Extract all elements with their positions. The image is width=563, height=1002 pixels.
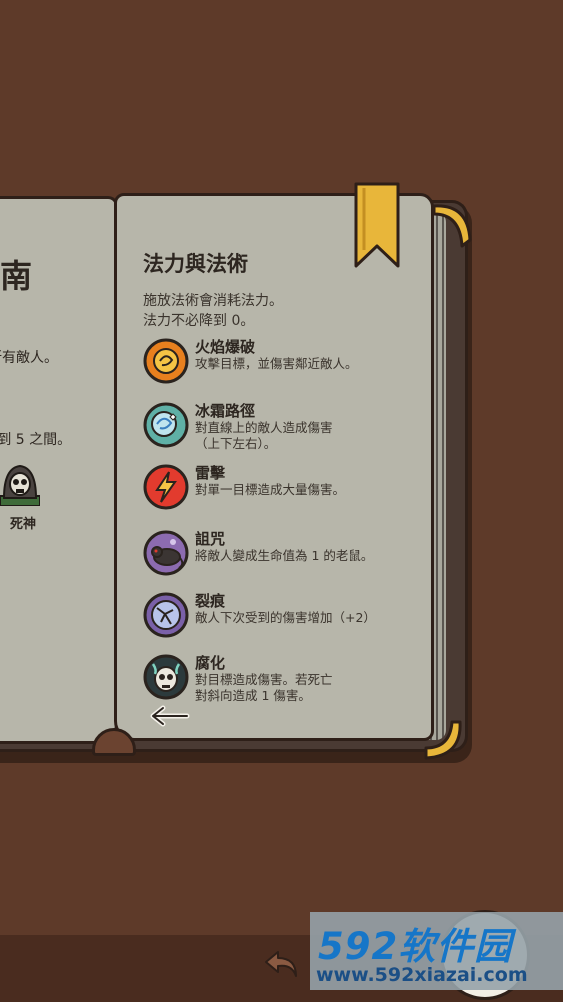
book-corner-bottom-icon xyxy=(420,718,470,762)
frost-path-icon xyxy=(143,402,189,448)
right-page: 法力與法術 施放法術會消耗法力。 法力不必降到 0。 火焰爆破 攻擊目標，並傷害… xyxy=(114,193,434,741)
watermark-brand: 592软件园 xyxy=(318,925,513,968)
spell-desc: 對直線上的敵人造成傷害 （上下左右）。 xyxy=(195,420,333,452)
watermark-url: www.592xiazai.com xyxy=(316,964,528,986)
left-page: 南 所有敵人。 1 到 5 之間。 死神 xyxy=(0,196,118,744)
left-page-text-2: 1 到 5 之間。 xyxy=(0,432,72,448)
fire-blast-icon xyxy=(143,338,189,384)
spell-name: 冰霜路徑 xyxy=(195,402,256,420)
left-page-text-1: 所有敵人。 xyxy=(0,350,58,366)
spell-desc-line-2: （上下左右）。 xyxy=(195,436,277,451)
page-desc-line-1: 施放法術會消耗法力。 xyxy=(143,293,283,309)
previous-page-arrow-icon[interactable] xyxy=(149,704,191,728)
spell-curse[interactable]: 詛咒 將敵人變成生命值為 1 的老鼠。 xyxy=(143,530,423,580)
spell-name: 火焰爆破 xyxy=(195,338,256,356)
spell-desc-line-1: 對直線上的敵人造成傷害 xyxy=(195,420,333,435)
page-desc-line-2: 法力不必降到 0。 xyxy=(143,313,255,329)
watermark-banner: 592软件园 www.592xiazai.com xyxy=(310,912,563,990)
bookmark-ribbon-icon xyxy=(352,180,402,270)
reaper-label: 死神 xyxy=(10,517,37,532)
lightning-icon xyxy=(143,464,189,510)
spell-name: 腐化 xyxy=(195,654,226,672)
book-corner-top-icon xyxy=(430,200,474,250)
spell-desc-line-2: 對斜向造成 1 傷害。 xyxy=(195,688,311,703)
spell-desc: 攻擊目標，並傷害鄰近敵人。 xyxy=(195,356,358,371)
spell-name: 裂痕 xyxy=(195,592,226,610)
corruption-skull-icon xyxy=(143,654,189,700)
back-undo-icon[interactable] xyxy=(262,948,302,980)
spell-corruption[interactable]: 腐化 對目標造成傷害。若死亡 對斜向造成 1 傷害。 xyxy=(143,654,423,704)
spell-frost-path[interactable]: 冰霜路徑 對直線上的敵人造成傷害 （上下左右）。 xyxy=(143,402,423,452)
left-page-title: 南 xyxy=(0,257,33,295)
reaper-icon[interactable] xyxy=(0,462,41,507)
spell-desc: 將敵人變成生命值為 1 的老鼠。 xyxy=(195,548,374,563)
spell-lightning[interactable]: 雷擊 對單一目標造成大量傷害。 xyxy=(143,464,423,514)
spell-desc-line-1: 對目標造成傷害。若死亡 xyxy=(195,672,333,687)
spell-fire-blast[interactable]: 火焰爆破 攻擊目標，並傷害鄰近敵人。 xyxy=(143,338,423,388)
curse-rat-icon xyxy=(143,530,189,576)
spell-desc: 敵人下次受到的傷害增加（+2） xyxy=(195,610,376,625)
spell-desc: 對目標造成傷害。若死亡 對斜向造成 1 傷害。 xyxy=(195,672,333,704)
crack-icon xyxy=(143,592,189,638)
spell-name: 詛咒 xyxy=(195,530,226,548)
page-title: 法力與法術 xyxy=(143,252,248,276)
spell-desc: 對單一目標造成大量傷害。 xyxy=(195,482,346,497)
spell-name: 雷擊 xyxy=(195,464,226,482)
spell-crack[interactable]: 裂痕 敵人下次受到的傷害增加（+2） xyxy=(143,592,423,642)
